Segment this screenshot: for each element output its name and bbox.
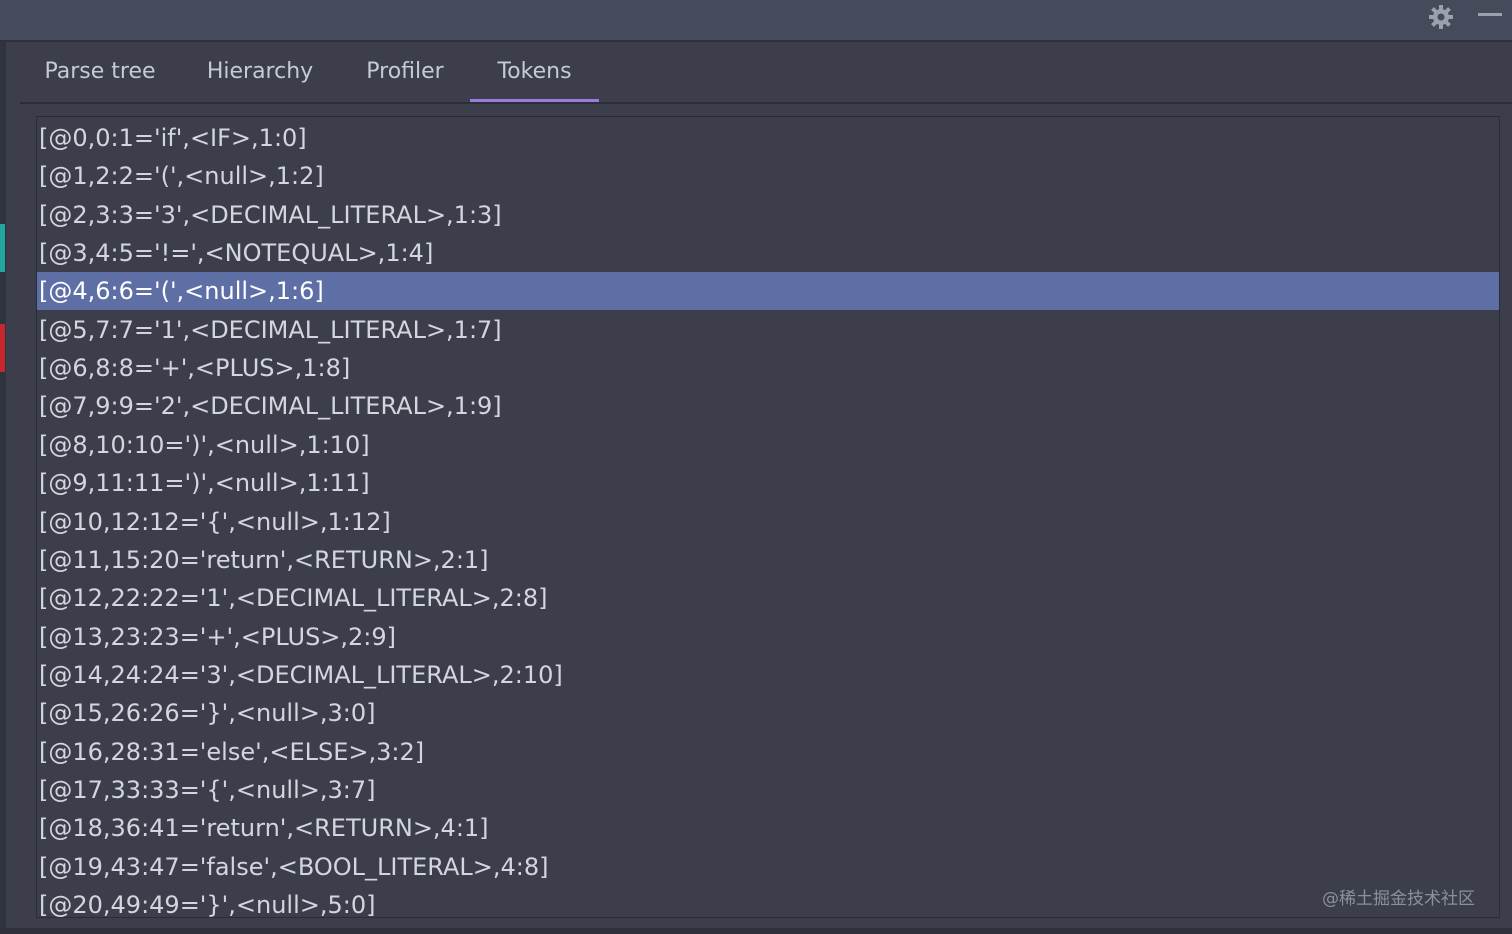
watermark: @稀土掘金技术社区 <box>1322 889 1475 909</box>
token-row[interactable]: [@16,28:31='else',<ELSE>,3:2] <box>37 733 1499 771</box>
token-row[interactable]: [@10,12:12='{',<null>,1:12] <box>37 503 1499 541</box>
token-row[interactable]: [@19,43:47='false',<BOOL_LITERAL>,4:8] <box>37 848 1499 886</box>
token-row[interactable]: [@1,2:2='(',<null>,1:2] <box>37 157 1499 195</box>
tab-bar: Parse tree Hierarchy Profiler Tokens <box>20 42 1512 104</box>
gutter-marker-teal <box>0 224 5 272</box>
gear-icon[interactable] <box>1424 0 1458 34</box>
tab-tokens[interactable]: Tokens <box>470 42 599 102</box>
token-row-selected[interactable]: [@4,6:6='(',<null>,1:6] <box>37 272 1499 311</box>
token-row[interactable]: [@8,10:10=')',<null>,1:10] <box>37 426 1499 464</box>
token-row[interactable]: [@20,49:49='}',<null>,5:0] <box>37 886 1499 917</box>
tab-profiler[interactable]: Profiler <box>340 42 470 102</box>
token-row[interactable]: [@12,22:22='1',<DECIMAL_LITERAL>,2:8] <box>37 579 1499 617</box>
editor-gutter-strip <box>0 42 6 934</box>
token-row[interactable]: [@15,26:26='}',<null>,3:0] <box>37 694 1499 732</box>
title-bar <box>0 0 1512 42</box>
gutter-marker-red <box>0 324 5 372</box>
token-row[interactable]: [@2,3:3='3',<DECIMAL_LITERAL>,1:3] <box>37 196 1499 234</box>
token-row[interactable]: [@13,23:23='+',<PLUS>,2:9] <box>37 618 1499 656</box>
minimize-icon[interactable] <box>1478 13 1502 16</box>
token-row[interactable]: [@18,36:41='return',<RETURN>,4:1] <box>37 809 1499 847</box>
token-row[interactable]: [@17,33:33='{',<null>,3:7] <box>37 771 1499 809</box>
token-row[interactable]: [@5,7:7='1',<DECIMAL_LITERAL>,1:7] <box>37 311 1499 349</box>
token-row[interactable]: [@7,9:9='2',<DECIMAL_LITERAL>,1:9] <box>37 387 1499 425</box>
token-list[interactable]: [@0,0:1='if',<IF>,1:0] [@1,2:2='(',<null>… <box>36 116 1500 918</box>
tab-parse-tree[interactable]: Parse tree <box>20 42 180 102</box>
token-row[interactable]: [@14,24:24='3',<DECIMAL_LITERAL>,2:10] <box>37 656 1499 694</box>
token-row[interactable]: [@11,15:20='return',<RETURN>,2:1] <box>37 541 1499 579</box>
token-row[interactable]: [@6,8:8='+',<PLUS>,1:8] <box>37 349 1499 387</box>
token-row[interactable]: [@9,11:11=')',<null>,1:11] <box>37 464 1499 502</box>
tab-hierarchy[interactable]: Hierarchy <box>180 42 340 102</box>
token-row[interactable]: [@0,0:1='if',<IF>,1:0] <box>37 119 1499 157</box>
token-row[interactable]: [@3,4:5='!=',<NOTEQUAL>,1:4] <box>37 234 1499 272</box>
bottom-border <box>0 928 1512 934</box>
